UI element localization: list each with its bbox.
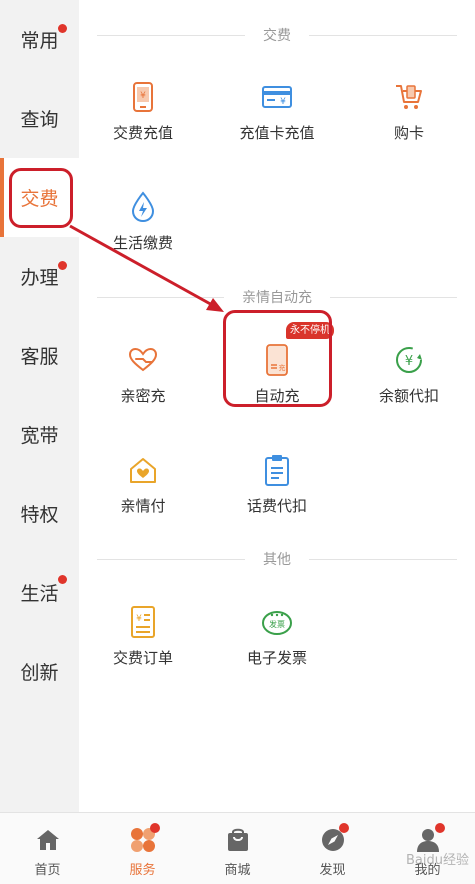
- svg-text:¥: ¥: [405, 354, 413, 369]
- buy-card-item[interactable]: 购卡: [349, 80, 469, 160]
- house-heart-icon: [126, 453, 160, 487]
- svg-text:¥: ¥: [140, 91, 146, 101]
- notification-dot: [339, 823, 349, 833]
- sidebar-item-kefu[interactable]: 客服: [0, 316, 79, 395]
- intimate-recharge-item[interactable]: 亲密充: [83, 343, 203, 423]
- sidebar-item-kuandai[interactable]: 宽带: [0, 395, 79, 474]
- bottom-navigation: 首页 服务 商城 发现 我的: [0, 812, 475, 884]
- card-recharge-item[interactable]: ¥ 充值卡充值: [217, 80, 337, 160]
- sidebar-item-changyong[interactable]: 常用: [0, 0, 79, 79]
- sidebar-item-chuangxin[interactable]: 创新: [0, 632, 79, 711]
- phone-yen-icon: ¥: [126, 80, 160, 114]
- never-suspend-badge: 永不停机: [286, 322, 334, 339]
- invoice-icon: 发票: [260, 605, 294, 639]
- receipt-icon: ¥: [126, 605, 160, 639]
- sidebar-item-shenghuo[interactable]: 生活: [0, 553, 79, 632]
- sidebar-item-chaxun[interactable]: 查询: [0, 79, 79, 158]
- phone-auto-icon: 充: [260, 343, 294, 377]
- life-payment-item[interactable]: 生活缴费: [83, 190, 203, 270]
- sidebar-item-jiaofei[interactable]: 交费: [0, 158, 79, 237]
- section-header-family: 亲情自动充: [97, 287, 457, 307]
- nav-discover[interactable]: 发现: [285, 813, 380, 884]
- notification-dot: [435, 823, 445, 833]
- clipboard-icon: [260, 453, 294, 487]
- balance-deduct-item[interactable]: ¥ 余额代扣: [349, 343, 469, 423]
- water-drop-bolt-icon: [126, 190, 160, 224]
- nav-home[interactable]: 首页: [0, 813, 95, 884]
- sidebar-item-label: 生活: [20, 583, 59, 605]
- sidebar-item-label: 创新: [20, 662, 59, 684]
- notification-dot: [58, 575, 67, 584]
- heart-hand-icon: [126, 343, 160, 377]
- sidebar-item-label: 常用: [20, 30, 59, 52]
- section-header-other: 其他: [97, 549, 457, 569]
- card-yen-icon: ¥: [260, 80, 294, 114]
- sidebar-item-tequan[interactable]: 特权: [0, 474, 79, 553]
- sidebar-item-label: 宽带: [20, 425, 59, 447]
- sidebar-item-label: 特权: [20, 504, 59, 526]
- pay-recharge-item[interactable]: ¥ 交费充值: [83, 80, 203, 160]
- payment-order-item[interactable]: ¥ 交费订单: [83, 605, 203, 685]
- shop-bag-icon: [223, 825, 253, 855]
- sidebar-item-label: 查询: [20, 109, 59, 131]
- notification-dot: [150, 823, 160, 833]
- svg-text:¥: ¥: [136, 614, 142, 624]
- svg-text:¥: ¥: [280, 97, 286, 107]
- notification-dot: [58, 261, 67, 270]
- sidebar-item-banli[interactable]: 办理: [0, 237, 79, 316]
- section-header-pay: 交费: [97, 25, 457, 45]
- nav-service[interactable]: 服务: [95, 813, 190, 884]
- notification-dot: [58, 24, 67, 33]
- e-invoice-item[interactable]: 发票 电子发票: [217, 605, 337, 685]
- category-sidebar: 常用 查询 交费 办理 客服 宽带 特权 生活 创新: [0, 0, 79, 812]
- svg-text:发票: 发票: [269, 619, 285, 629]
- yen-cycle-icon: ¥: [392, 343, 426, 377]
- bill-deduct-item[interactable]: 话费代扣: [217, 453, 337, 533]
- svg-text:充: 充: [279, 363, 286, 372]
- sidebar-item-label: 交费: [20, 188, 59, 210]
- watermark: Baidu经验: [406, 853, 469, 868]
- cart-icon: [392, 80, 426, 114]
- sidebar-item-label: 客服: [20, 346, 59, 368]
- nav-shop[interactable]: 商城: [190, 813, 285, 884]
- sidebar-item-label: 办理: [20, 267, 59, 289]
- family-pay-item[interactable]: 亲情付: [83, 453, 203, 533]
- auto-recharge-item[interactable]: 充 自动充: [217, 343, 337, 423]
- home-icon: [33, 825, 63, 855]
